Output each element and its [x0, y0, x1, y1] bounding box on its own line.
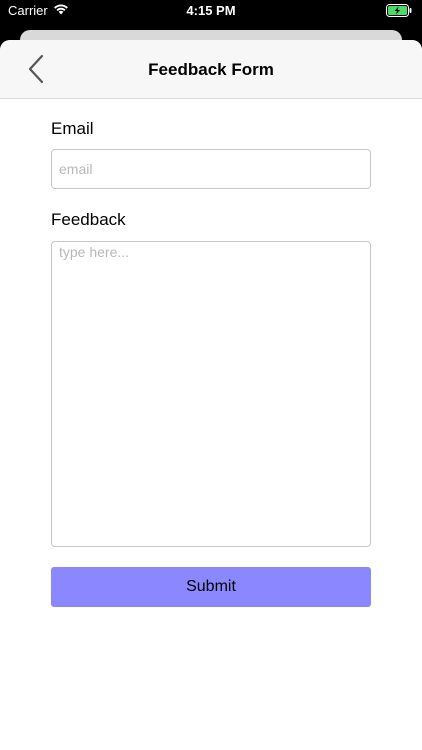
status-bar: Carrier 4:15 PM	[0, 0, 422, 22]
app-screen: Carrier 4:15 PM Feedback Form Email emai…	[0, 0, 422, 750]
email-label: Email	[51, 119, 94, 138]
status-right	[386, 4, 412, 20]
feedback-sheet: Feedback Form Email Feedback Submit	[0, 40, 422, 750]
email-field[interactable]	[51, 149, 371, 189]
feedback-textarea[interactable]	[51, 241, 371, 547]
status-time: 4:15 PM	[186, 3, 236, 18]
navigation-bar: Feedback Form	[0, 40, 422, 99]
page-title: Feedback Form	[148, 60, 274, 79]
battery-icon	[386, 4, 412, 20]
submit-button[interactable]: Submit	[51, 567, 371, 607]
feedback-label: Feedback	[51, 210, 126, 229]
